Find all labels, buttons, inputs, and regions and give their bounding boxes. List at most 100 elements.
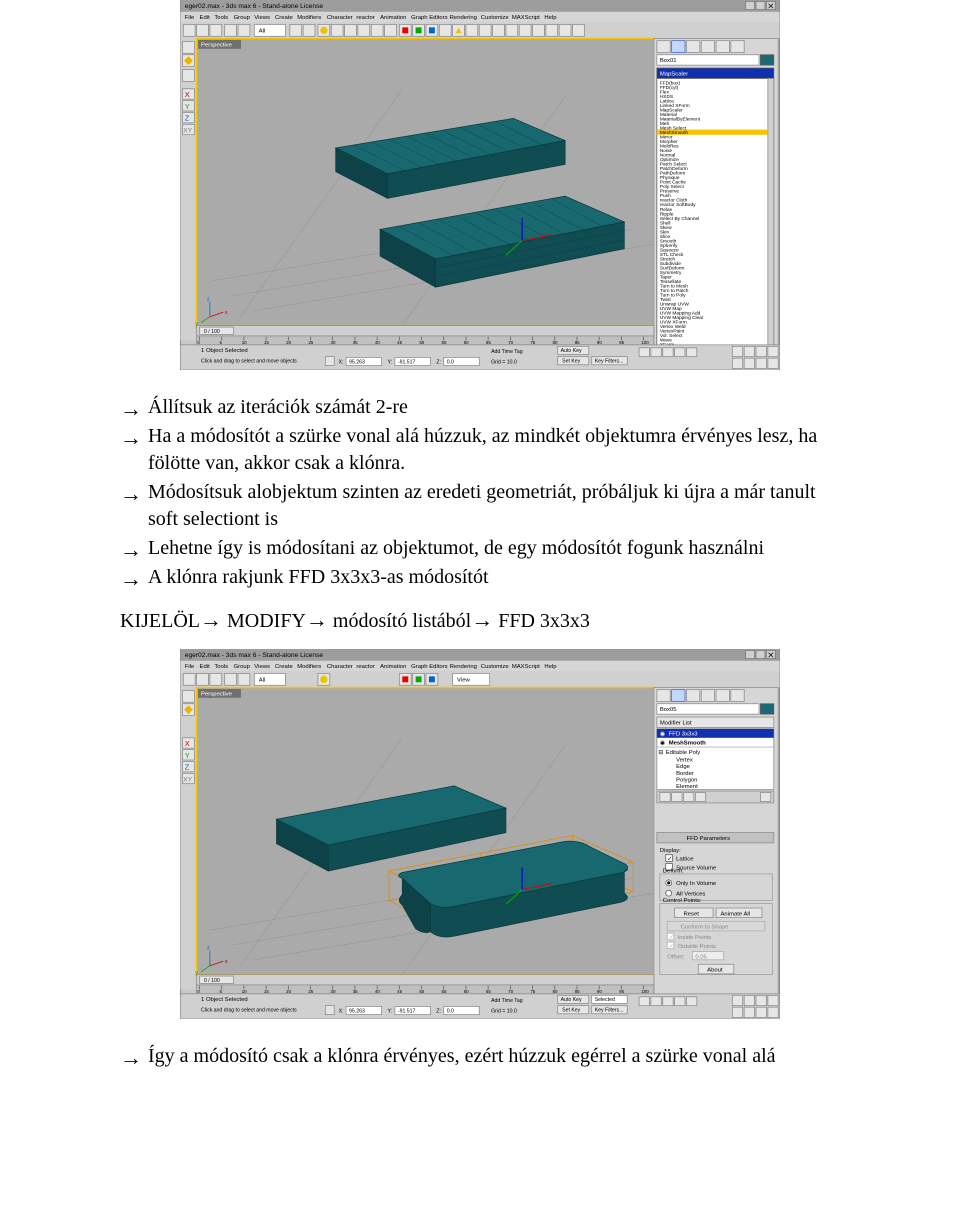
command-panel: Box01 MapScaler FFD(box)FFD(cyl)FlexHSDS…	[654, 38, 778, 355]
svg-text:100: 100	[641, 989, 649, 994]
svg-text:x: x	[225, 310, 228, 316]
svg-text:Offset:: Offset:	[667, 954, 685, 960]
path-step: KIJELÖL	[120, 610, 200, 632]
svg-text:85: 85	[575, 340, 580, 345]
arrow-icon: →	[200, 607, 222, 632]
coordinate-readout[interactable]: X: 95.263 Y: -91.517 Z: 0.0	[325, 357, 479, 366]
object-color-swatch[interactable]	[760, 55, 773, 65]
window-controls[interactable]	[746, 650, 776, 658]
svg-text:✓: ✓	[667, 857, 672, 863]
svg-text:Deform:: Deform:	[663, 868, 684, 874]
svg-text:Graph Editors: Graph Editors	[411, 664, 447, 670]
stack-toolbar[interactable]	[657, 791, 774, 803]
svg-text:⊟: ⊟	[658, 750, 663, 756]
svg-text:35: 35	[353, 989, 358, 994]
viewport[interactable]: Perspective	[195, 38, 654, 327]
svg-text:XY: XY	[183, 127, 192, 134]
bullet-item: Ha a módosítót a szürke vonal alá húzzuk…	[120, 423, 840, 477]
playback-controls[interactable]	[639, 348, 697, 357]
svg-text:Control Points:: Control Points:	[663, 898, 702, 904]
coordinate-readout[interactable]: X: 95.263 Y: -91.517 Z: 0.0	[325, 1006, 479, 1015]
svg-text:Editable Poly: Editable Poly	[666, 750, 701, 756]
svg-text:Polygon: Polygon	[676, 777, 697, 783]
window-title: eger02.max - 3ds max 6 - Stand-alone Lic…	[185, 652, 324, 659]
bullet-item: Lehetne így is módosítani az objektumot,…	[120, 535, 840, 562]
svg-text:Views: Views	[254, 15, 270, 21]
menu-bar[interactable]: File Edit Tools Group Views Create Modif…	[185, 664, 558, 670]
svg-text:Customize: Customize	[481, 664, 510, 670]
svg-text:XY: XY	[183, 776, 192, 783]
svg-text:30: 30	[331, 340, 336, 345]
grid-readout: Grid = 10.0	[491, 1008, 517, 1014]
bullet-item: Állítsuk az iterációk számát 2-re	[120, 394, 840, 421]
screenshot-2-svg: eger02.max - 3ds max 6 - Stand-alone Lic…	[180, 649, 780, 1019]
left-toolbar[interactable]: X Y Z XY	[180, 38, 196, 340]
screenshot-2: eger02.max - 3ds max 6 - Stand-alone Lic…	[120, 649, 840, 1025]
svg-text:70: 70	[508, 340, 513, 345]
menu-path: KIJELÖL→ MODIFY→ módosító listából→ FFD …	[120, 605, 840, 635]
status-hint: Click and drag to select and move object…	[201, 359, 297, 365]
modifier-list-scrollbar[interactable]	[768, 78, 774, 349]
svg-text:25: 25	[308, 989, 313, 994]
modifier-stack[interactable]	[657, 729, 774, 790]
bullet-list-2: Így a módosító csak a klónra érvényes, e…	[120, 1043, 840, 1070]
add-time-tag[interactable]: Add Time Tag	[491, 349, 523, 355]
svg-text:65: 65	[486, 989, 491, 994]
svg-text:reactor: reactor	[356, 664, 374, 670]
svg-text:reactor: reactor	[356, 15, 374, 21]
arrow-icon: →	[306, 607, 328, 632]
svg-text:Border: Border	[676, 771, 694, 777]
svg-text:Y: Y	[185, 751, 190, 760]
svg-text:60: 60	[464, 340, 469, 345]
window-controls[interactable]	[746, 1, 776, 9]
rollout-header-ffd[interactable]: FFD Parameters	[686, 836, 730, 842]
left-toolbar[interactable]: X Y Z XY	[180, 687, 196, 989]
svg-text:Help: Help	[544, 15, 557, 21]
svg-text:All: All	[259, 29, 266, 35]
svg-text:Lattice: Lattice	[676, 857, 694, 863]
svg-text:10: 10	[242, 340, 247, 345]
svg-text:MapScaler: MapScaler	[660, 71, 688, 77]
bullet-item: A klónra rakjunk FFD 3x3x3-as módosítót	[120, 564, 840, 591]
svg-text:70: 70	[508, 989, 513, 994]
svg-text:File: File	[185, 15, 195, 21]
time-slider[interactable]	[197, 975, 654, 985]
time-slider[interactable]	[197, 326, 654, 336]
playback-controls[interactable]	[639, 997, 697, 1006]
svg-text:✓: ✓	[669, 935, 674, 941]
svg-text:Tools: Tools	[214, 664, 228, 670]
svg-text:20: 20	[286, 340, 291, 345]
svg-text:Create: Create	[275, 664, 293, 670]
svg-text:Z: Z	[185, 114, 190, 123]
add-time-tag[interactable]: Add Time Tag	[491, 998, 523, 1004]
svg-text:Auto Key: Auto Key	[561, 348, 582, 354]
svg-text:MAXScript: MAXScript	[512, 15, 540, 21]
bullet-item: Így a módosító csak a klónra érvényes, e…	[120, 1043, 840, 1070]
menu-bar[interactable]: File Edit Tools Group Views Create Modif…	[185, 15, 558, 21]
object-color-swatch[interactable]	[760, 704, 773, 714]
command-panel: Box05 Modifier List FFD 3x3x3 ◉ MeshSmoo…	[654, 687, 778, 1004]
svg-text:X:: X:	[339, 359, 344, 365]
status-hint: Click and drag to select and move object…	[201, 1008, 297, 1014]
svg-text:30: 30	[331, 989, 336, 994]
svg-text:✓: ✓	[669, 944, 674, 950]
svg-text:Box05: Box05	[660, 707, 677, 713]
svg-text:15: 15	[264, 989, 269, 994]
svg-text:0 / 100: 0 / 100	[204, 978, 220, 984]
svg-text:90: 90	[597, 989, 602, 994]
svg-text:Y:: Y:	[388, 359, 393, 365]
all-vertices-radio[interactable]	[666, 890, 672, 896]
svg-text:Key Filters...: Key Filters...	[595, 1008, 624, 1014]
arrow-icon: →	[471, 607, 493, 632]
svg-text:0.0: 0.0	[447, 1008, 454, 1014]
svg-text:Y: Y	[185, 102, 190, 111]
svg-text:View: View	[457, 678, 470, 684]
status-selected: 1 Object Selected	[201, 348, 248, 354]
bullet-list-1: Állítsuk az iterációk számát 2-re Ha a m…	[120, 394, 840, 591]
svg-text:40: 40	[375, 340, 380, 345]
svg-text:Edit: Edit	[200, 664, 211, 670]
svg-text:Display:: Display:	[660, 848, 681, 854]
viewport[interactable]: Perspective	[195, 687, 654, 976]
svg-text:Modifiers: Modifiers	[297, 664, 321, 670]
svg-text:Rendering: Rendering	[450, 15, 477, 21]
